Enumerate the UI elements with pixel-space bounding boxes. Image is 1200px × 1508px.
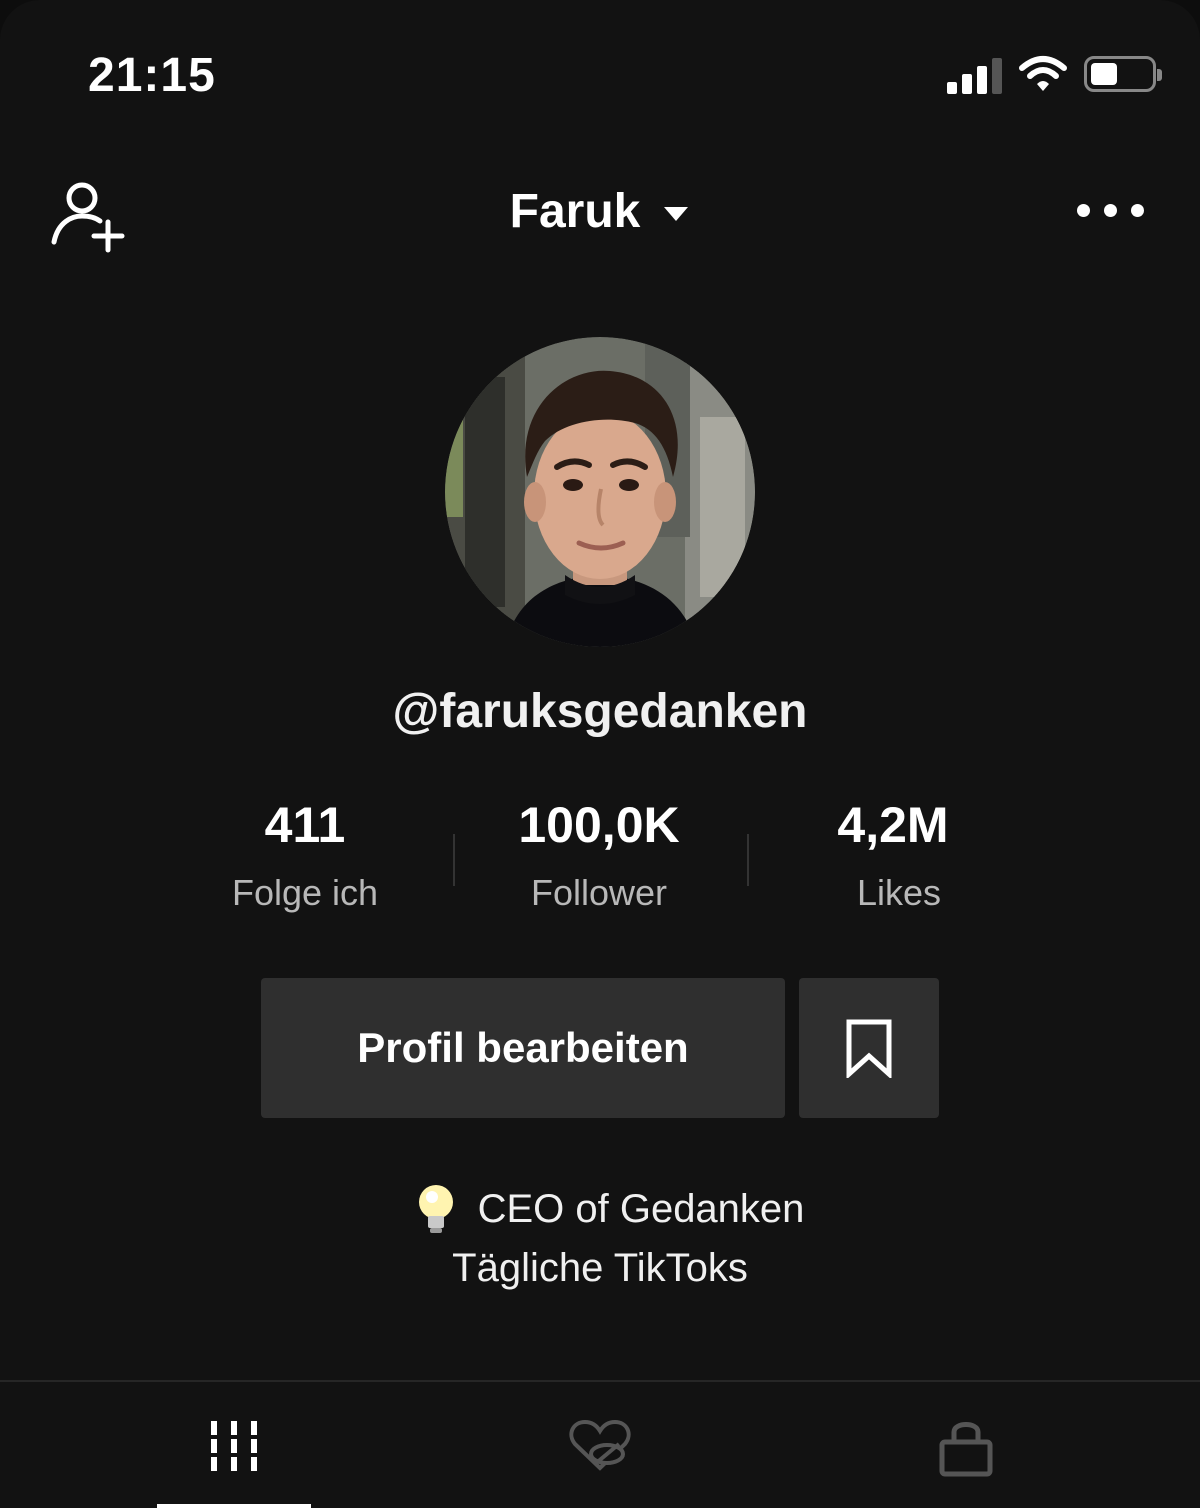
tab-liked[interactable] [400,1382,800,1508]
account-switcher[interactable]: Faruk [0,184,1200,239]
bookmark-icon [846,1019,892,1078]
avatar[interactable] [445,337,755,647]
signal-icon [947,54,1002,94]
stat-followers[interactable]: 100,0K Follower [449,796,749,914]
bio-line-1: CEO of Gedanken [477,1186,805,1231]
bookmark-button[interactable] [799,978,939,1118]
tab-videos[interactable] [34,1382,434,1508]
username: @faruksgedanken [392,685,808,738]
stat-value: 100,0K [518,797,680,853]
stat-value: 4,2M [837,797,949,853]
tab-private[interactable] [766,1382,1166,1508]
bio-line-2: Tägliche TikToks [452,1246,748,1290]
stat-following[interactable]: 411 Folge ich [155,796,455,914]
lock-icon [939,1422,993,1477]
wifi-icon [1019,56,1067,91]
status-time: 21:15 [88,49,216,102]
liked-hidden-icon [569,1419,631,1471]
caret-down-icon [664,207,689,222]
profile-tabbar [0,1380,1200,1508]
stat-label: Likes [856,872,942,913]
stat-label: Folge ich [231,872,379,913]
battery-icon [1084,56,1162,92]
account-name: Faruk [509,185,641,238]
stat-label: Follower [530,872,668,913]
grid-icon [211,1421,257,1471]
stat-likes[interactable]: 4,2M Likes [743,796,1043,914]
edit-profile-button[interactable]: Profil bearbeiten [261,978,785,1118]
profile-screen: 21:15 Faruk @faruksgedanken 411 Folge ic… [0,0,1200,1508]
status-icons [947,54,1162,94]
bio: CEO of Gedanken Tägliche TikToks [0,1182,1200,1291]
lightbulb-icon [418,1185,453,1233]
active-tab-indicator [157,1504,311,1508]
more-icon[interactable] [1077,204,1144,217]
stat-value: 411 [264,797,346,853]
